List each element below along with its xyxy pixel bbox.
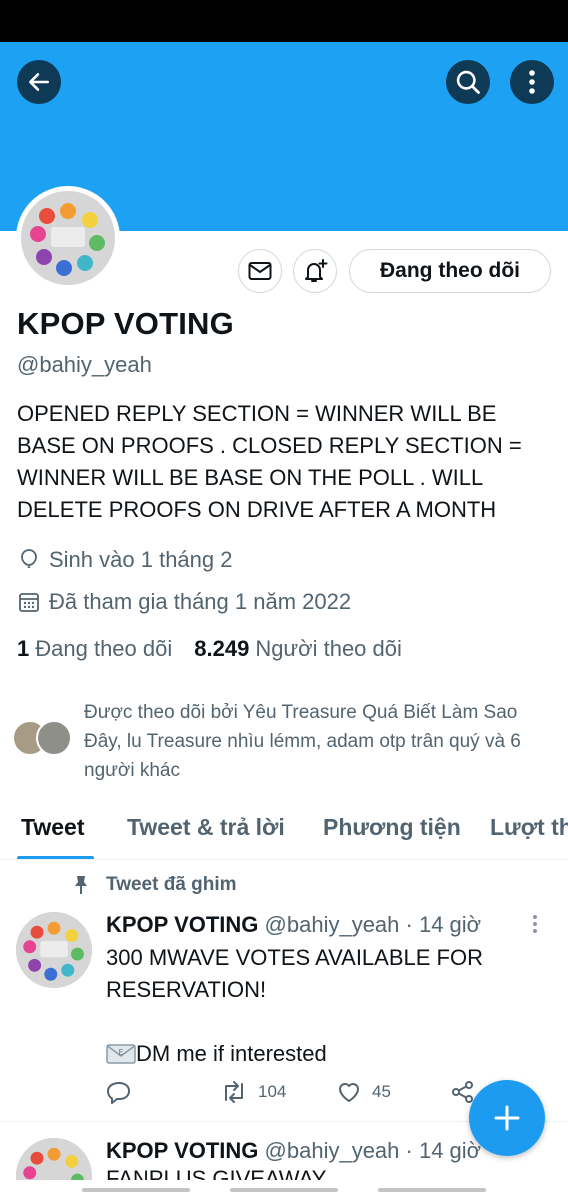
tweet-actions: 104 45 — [106, 1080, 486, 1108]
tweet-time: · 14 giờ — [405, 1138, 482, 1163]
active-tab-indicator — [17, 856, 94, 859]
compose-tweet-button[interactable] — [469, 1080, 545, 1156]
tweet-author-name[interactable]: KPOP VOTING — [106, 912, 258, 937]
svg-text:E: E — [118, 1048, 123, 1057]
followed-by-text[interactable]: Được theo dõi bởi Yêu Treasure Quá Biết … — [84, 698, 544, 785]
search-icon — [456, 70, 480, 94]
avatar-logo-icon — [21, 191, 115, 285]
joined-row: Đã tham gia tháng 1 năm 2022 — [17, 589, 351, 615]
profile-tabs: Tweet Tweet & trả lời Phương tiện Lượt t… — [0, 806, 568, 860]
pinned-text: Tweet đã ghim — [106, 874, 237, 895]
tweet-text-line: DM me if interested — [136, 1041, 327, 1066]
heart-icon — [339, 1083, 359, 1102]
reply-icon — [107, 1082, 130, 1104]
follow-counts: 1 Đang theo dõi 8.249 Người theo dõi — [17, 636, 402, 662]
plus-icon — [494, 1105, 520, 1131]
tab-tweets-replies[interactable]: Tweet & trả lời — [127, 814, 285, 841]
pinned-tweet-label: Tweet đã ghim — [72, 874, 237, 896]
tweet-header: KPOP VOTING @bahiy_yeah · 14 giờ — [106, 912, 481, 938]
profile-bio: OPENED REPLY SECTION = WINNER WILL BE BA… — [17, 401, 522, 522]
avatar-logo-icon — [16, 912, 92, 988]
tweet-author-handle: @bahiy_yeah — [264, 1138, 400, 1163]
followers-label: Người theo dõi — [255, 636, 402, 661]
following-label: Đang theo dõi — [35, 636, 173, 661]
back-arrow-icon — [29, 73, 49, 91]
more-vertical-icon — [529, 70, 535, 94]
pin-icon — [75, 876, 87, 894]
bell-plus-icon — [305, 259, 328, 282]
profile-handle: @bahiy_yeah — [17, 352, 152, 377]
joined-text: Đã tham gia tháng 1 năm 2022 — [49, 589, 352, 614]
profile-avatar[interactable] — [16, 186, 120, 290]
like-count: 45 — [372, 1082, 391, 1101]
followers-count-link[interactable]: 8.249 Người theo dõi — [194, 636, 402, 662]
status-bar — [0, 0, 568, 42]
tweet-author-handle: @bahiy_yeah — [264, 912, 400, 937]
like-button[interactable]: 45 — [336, 1080, 391, 1104]
birthday-row: Sinh vào 1 tháng 2 — [17, 547, 232, 573]
profile-name: KPOP VOTING — [17, 306, 234, 341]
tweet-header: KPOP VOTING @bahiy_yeah · 14 giờ — [106, 1138, 481, 1164]
more-options-button[interactable] — [510, 60, 554, 104]
nav-handle — [230, 1188, 338, 1192]
tab-likes[interactable]: Lượt thích — [490, 814, 568, 841]
more-vertical-icon — [533, 915, 537, 933]
nav-handle — [82, 1188, 190, 1192]
tab-media[interactable]: Phương tiện — [323, 814, 461, 841]
avatar — [36, 720, 72, 756]
tweet-author-name[interactable]: KPOP VOTING — [106, 1138, 258, 1163]
calendar-icon — [19, 593, 39, 612]
nav-handle — [378, 1188, 486, 1192]
envelope-emoji-icon: E — [106, 1044, 136, 1064]
followers-count: 8.249 — [194, 636, 250, 661]
tweet-text-line: 300 MWAVE VOTES AVAILABLE FOR RESERVATIO… — [106, 945, 483, 1002]
tweet-avatar[interactable] — [16, 912, 92, 988]
retweet-icon — [225, 1081, 243, 1103]
birthday-text: Sinh vào 1 tháng 2 — [49, 547, 233, 572]
search-button[interactable] — [446, 60, 490, 104]
retweet-count: 104 — [258, 1082, 287, 1101]
tab-tweets[interactable]: Tweet — [21, 814, 84, 841]
system-nav-bar — [0, 1180, 568, 1200]
envelope-icon — [248, 262, 272, 280]
avatar-logo-icon — [16, 1138, 92, 1182]
tweet-more-button[interactable] — [532, 914, 538, 939]
following-count: 1 — [17, 636, 30, 661]
back-button[interactable] — [17, 60, 61, 104]
tweet-text: 300 MWAVE VOTES AVAILABLE FOR RESERVATIO… — [106, 942, 526, 1070]
following-button[interactable]: Đang theo dõi — [349, 249, 551, 293]
following-count-link[interactable]: 1 Đang theo dõi — [17, 636, 172, 662]
balloon-icon — [21, 549, 37, 568]
notifications-button[interactable] — [293, 249, 337, 293]
tweet-avatar[interactable] — [16, 1138, 92, 1182]
reply-button[interactable] — [106, 1080, 132, 1104]
message-button[interactable] — [238, 249, 282, 293]
retweet-button[interactable]: 104 — [220, 1080, 286, 1104]
tweet-time: · 14 giờ — [405, 912, 482, 937]
followed-by-avatars[interactable] — [12, 720, 74, 756]
